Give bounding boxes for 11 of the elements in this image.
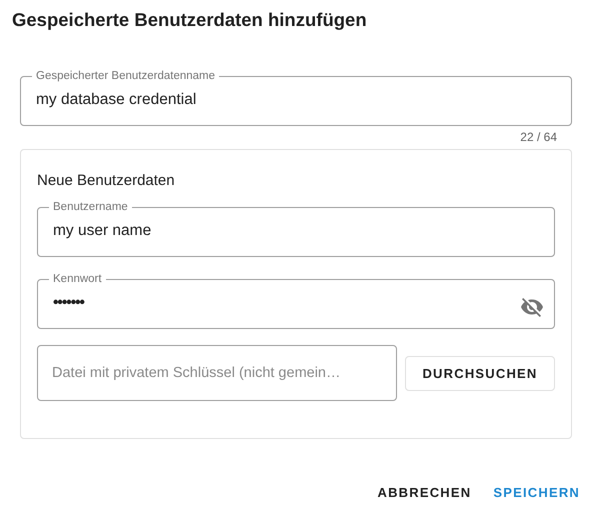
character-counter: 22 / 64 <box>520 130 557 144</box>
password-field[interactable]: Kennwort ••••••• <box>37 273 555 329</box>
cancel-button[interactable]: ABBRECHEN <box>369 479 480 506</box>
name-field[interactable]: Gespeicherter Benutzerdatenname my database credential <box>20 70 572 126</box>
dialog-title: Gespeicherte Benutzerdaten hinzufügen <box>12 8 368 32</box>
username-field[interactable]: Benutzername my user name <box>37 201 555 257</box>
key-file-field[interactable]: Datei mit privatem Schlüssel (nicht gemein… <box>37 345 397 401</box>
browse-button[interactable]: DURCHSUCHEN <box>405 356 555 390</box>
save-button[interactable]: SPEICHERN <box>485 479 588 506</box>
eye-slash-icon[interactable] <box>520 295 544 319</box>
section-heading: Neue Benutzerdaten <box>37 172 176 189</box>
